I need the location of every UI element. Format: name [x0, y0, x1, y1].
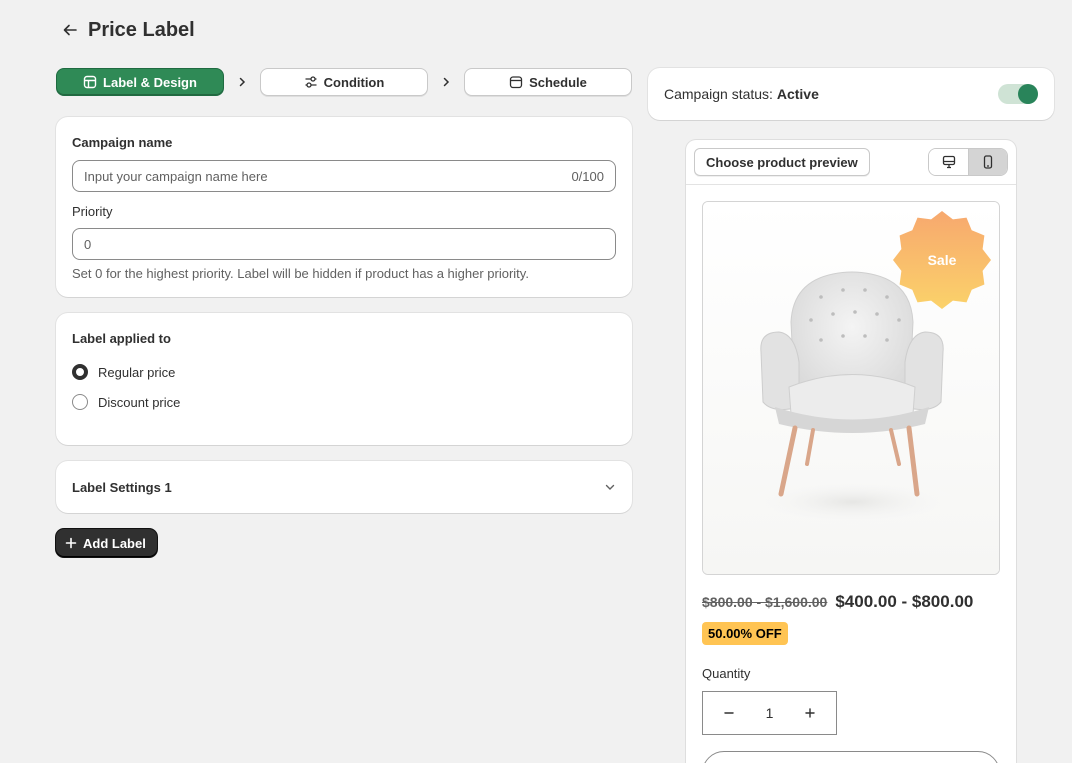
page-title: Price Label [88, 18, 195, 41]
tab-label: Schedule [529, 74, 587, 90]
radio-button[interactable] [72, 364, 88, 380]
quantity-value[interactable]: 1 [766, 705, 774, 721]
priority-input[interactable]: 0 [72, 228, 616, 260]
decrease-quantity-button[interactable] [714, 698, 744, 728]
page-header: Price Label [56, 14, 195, 46]
tab-label: Condition [323, 74, 385, 90]
sliders-icon [305, 76, 317, 88]
discount-badge: 50.00% OFF [702, 622, 788, 645]
desktop-icon [942, 155, 955, 169]
device-switcher [928, 148, 1008, 176]
campaign-name-input[interactable]: Input your campaign name here 0/100 [72, 160, 616, 192]
campaign-card: Campaign name Input your campaign name h… [56, 117, 632, 297]
mobile-icon [983, 155, 993, 169]
campaign-name-placeholder: Input your campaign name here [84, 168, 268, 184]
priority-label: Priority [72, 204, 113, 219]
add-to-cart-button[interactable] [702, 751, 1000, 763]
radio-regular-price[interactable]: Regular price [72, 364, 616, 380]
campaign-status-card: Campaign status: Active [648, 68, 1054, 120]
preview-toolbar: Choose product preview [686, 140, 1016, 185]
label-settings-title: Label Settings 1 [72, 479, 172, 495]
status-prefix: Campaign status: [664, 86, 773, 102]
chevron-right-icon [224, 77, 260, 87]
plus-icon [805, 708, 815, 718]
minus-icon [724, 712, 734, 714]
priority-help-text: Set 0 for the highest priority. Label wi… [72, 266, 529, 281]
mobile-view-button[interactable] [968, 149, 1007, 175]
tab-label: Label & Design [103, 74, 197, 90]
sale-price: $400.00 - $800.00 [835, 592, 974, 611]
layout-icon [83, 75, 97, 89]
plus-icon [65, 537, 77, 549]
status-toggle[interactable] [998, 84, 1038, 104]
back-button[interactable] [56, 16, 84, 44]
radio-button[interactable] [72, 394, 88, 410]
original-price: $800.00 - $1,600.00 [702, 594, 828, 610]
campaign-status-text: Campaign status: Active [664, 86, 819, 102]
arrow-left-icon [63, 24, 77, 36]
product-image: Sale [702, 201, 1000, 575]
priority-value: 0 [84, 236, 92, 252]
quantity-label: Quantity [702, 666, 751, 681]
chevron-right-icon [428, 77, 464, 87]
label-applied-title: Label applied to [72, 331, 171, 346]
radio-label: Discount price [98, 394, 181, 410]
sale-badge: Sale [892, 210, 992, 310]
calendar-icon [509, 76, 523, 89]
status-value: Active [776, 86, 819, 102]
add-label-button[interactable]: Add Label [56, 529, 157, 557]
desktop-view-button[interactable] [929, 149, 968, 175]
label-settings-accordion[interactable]: Label Settings 1 [56, 461, 632, 513]
campaign-name-label: Campaign name [72, 135, 173, 150]
price-row: $800.00 - $1,600.00 $400.00 - $800.00 [702, 592, 973, 612]
sale-badge-text: Sale [927, 252, 957, 268]
toggle-knob [1018, 84, 1038, 104]
choose-product-button[interactable]: Choose product preview [694, 148, 870, 176]
label-applied-card: Label applied to Regular price Discount … [56, 313, 632, 445]
radio-discount-price[interactable]: Discount price [72, 394, 616, 410]
chevron-down-icon [605, 484, 615, 490]
tab-condition[interactable]: Condition [260, 68, 428, 96]
radio-label: Regular price [98, 364, 176, 380]
increase-quantity-button[interactable] [795, 698, 825, 728]
tab-schedule[interactable]: Schedule [464, 68, 632, 96]
add-label-text: Add Label [83, 535, 146, 551]
quantity-stepper: 1 [702, 691, 837, 735]
char-counter: 0/100 [571, 168, 604, 184]
step-nav: Label & Design Condition Schedule [56, 68, 632, 96]
tab-label-design[interactable]: Label & Design [56, 68, 224, 96]
product-preview-panel: Choose product preview Sale $800.00 - $1… [686, 140, 1016, 763]
